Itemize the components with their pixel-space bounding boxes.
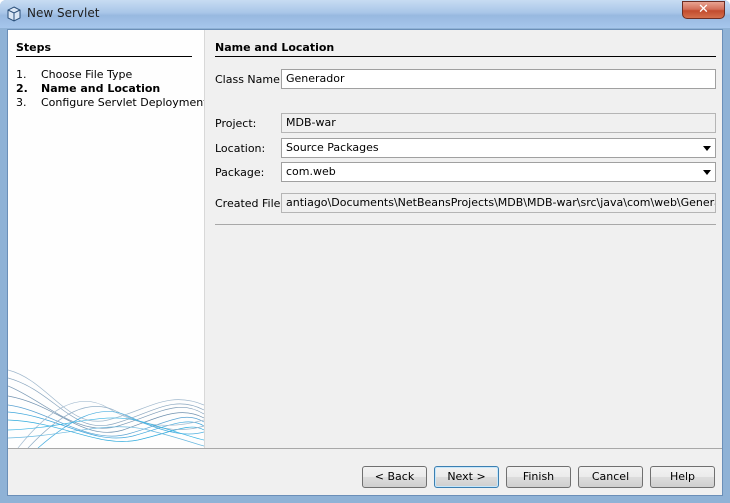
window-title: New Servlet	[27, 6, 100, 20]
help-button[interactable]: Help	[650, 466, 715, 488]
chevron-down-icon	[703, 170, 711, 175]
steps-title: Steps	[16, 41, 52, 54]
step-name-and-location: 2. Name and Location	[16, 82, 160, 95]
close-button[interactable]: ✕	[682, 1, 725, 19]
location-label: Location:	[215, 142, 266, 155]
step-label: Name and Location	[41, 82, 161, 95]
next-button[interactable]: Next >	[434, 466, 499, 488]
netbeans-cube-icon	[7, 6, 21, 22]
cancel-button[interactable]: Cancel	[578, 466, 643, 488]
dialog-content: Steps 1. Choose File Type 2. Name and Loca…	[7, 29, 723, 496]
step-number: 1.	[16, 68, 27, 81]
chevron-down-icon	[703, 146, 711, 151]
location-value: Source Packages	[286, 141, 379, 154]
step-choose-file-type: 1. Choose File Type	[16, 68, 132, 81]
project-label: Project:	[215, 117, 257, 130]
steps-panel: Steps 1. Choose File Type 2. Name and Loca…	[8, 30, 205, 448]
step-number: 2.	[16, 82, 28, 95]
buttons-divider	[8, 448, 722, 449]
package-label: Package:	[215, 166, 265, 179]
package-combobox[interactable]: com.web	[281, 162, 716, 182]
created-file-field: antiago\Documents\NetBeansProjects\MDB\M…	[281, 193, 716, 213]
close-icon: ✕	[698, 2, 709, 17]
package-value: com.web	[286, 165, 336, 178]
location-dropdown[interactable]: Source Packages	[281, 138, 716, 158]
back-button[interactable]: < Back	[362, 466, 427, 488]
finish-button[interactable]: Finish	[506, 466, 571, 488]
step-label: Choose File Type	[41, 68, 133, 81]
step-number: 3.	[16, 96, 27, 109]
section-title: Name and Location	[215, 41, 335, 54]
decorative-waves-image	[8, 369, 204, 448]
steps-divider	[16, 56, 192, 57]
project-field: MDB-war	[281, 113, 716, 133]
step-label: Configure Servlet Deployment	[41, 96, 205, 109]
section-divider	[215, 56, 716, 57]
dialog-window: New Servlet ✕ Steps 1. Choose File Type 2…	[0, 0, 730, 503]
fields-divider	[215, 224, 716, 225]
title-bar[interactable]: New Servlet ✕	[0, 0, 730, 28]
created-file-label: Created File:	[215, 197, 285, 210]
step-configure-servlet-deployment: 3. Configure Servlet Deployment	[16, 96, 205, 109]
class-name-input[interactable]: Generador	[281, 69, 716, 89]
class-name-label: Class Name:	[215, 73, 284, 86]
